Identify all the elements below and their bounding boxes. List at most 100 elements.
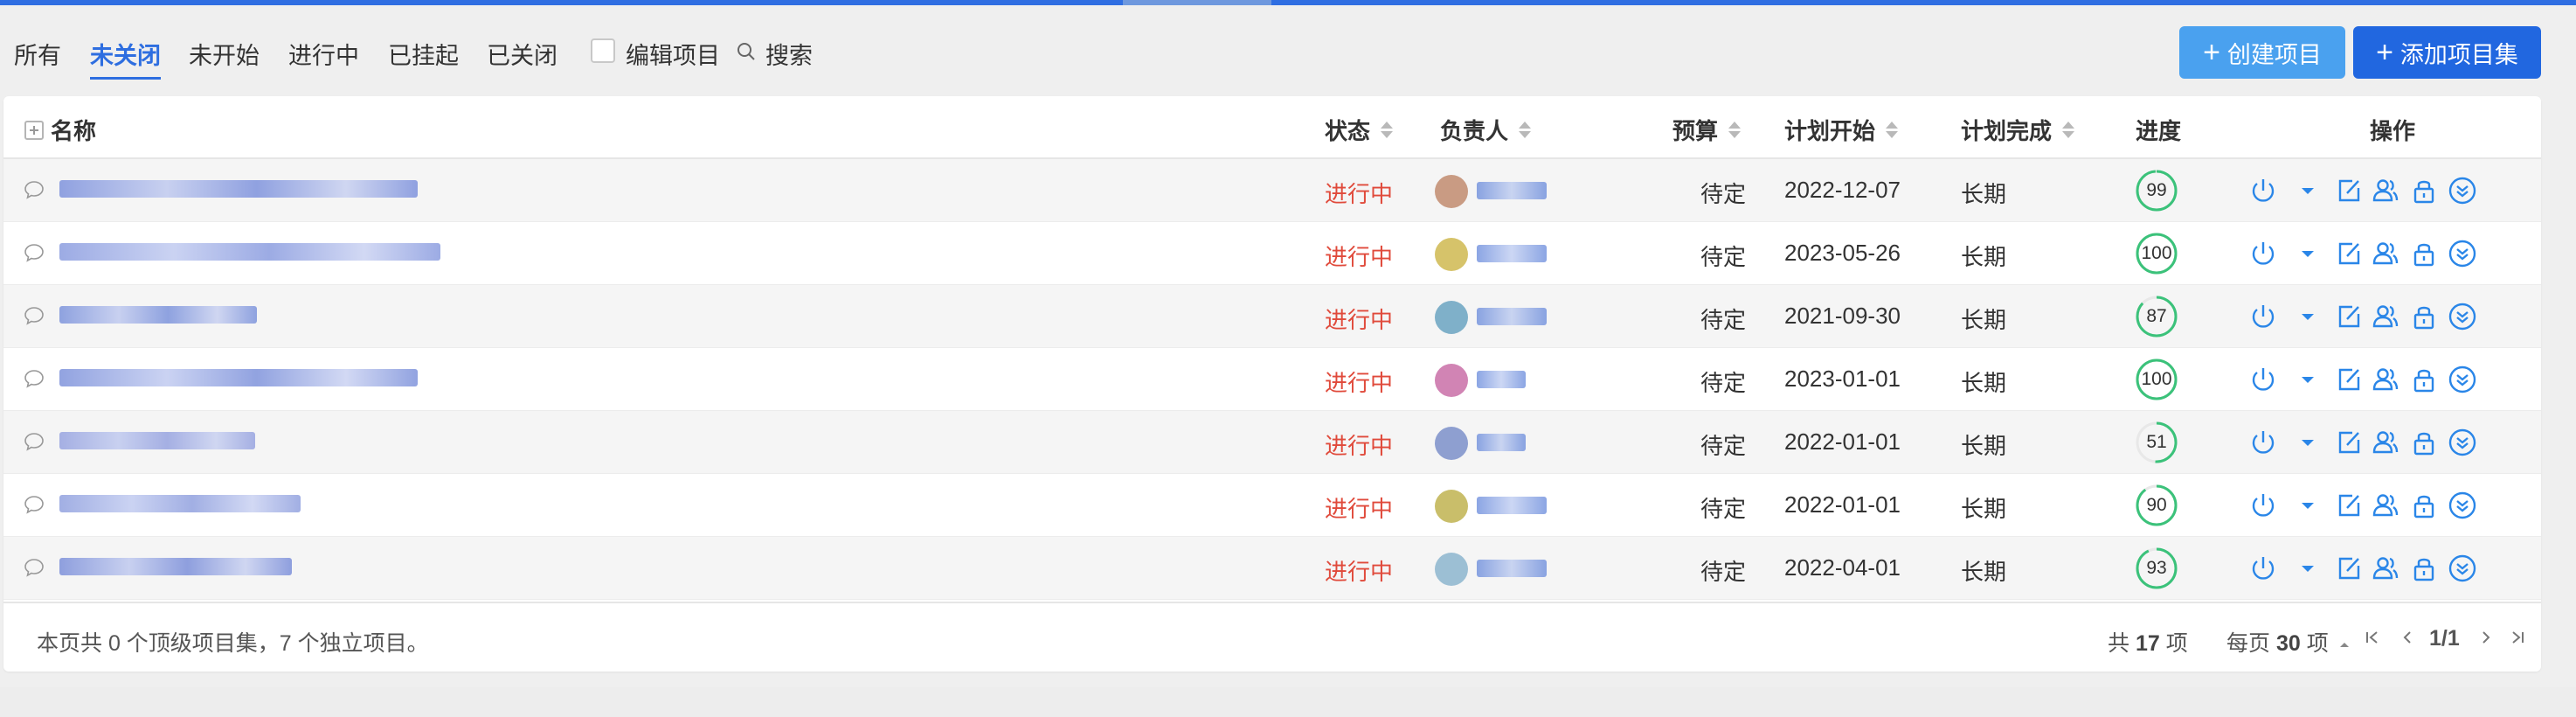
lock-icon[interactable]: [2406, 551, 2441, 586]
project-name-link[interactable]: [59, 306, 257, 324]
avatar: [1435, 175, 1468, 208]
members-icon[interactable]: [2368, 488, 2403, 523]
more-circle-icon[interactable]: [2445, 551, 2480, 586]
project-name-link[interactable]: [59, 243, 440, 261]
edit-icon[interactable]: [2331, 173, 2366, 208]
edit-icon[interactable]: [2331, 236, 2366, 271]
edit-icon[interactable]: [2331, 299, 2366, 334]
tab-in-progress[interactable]: 进行中: [288, 37, 359, 71]
members-icon[interactable]: [2368, 236, 2403, 271]
dropdown-caret-icon[interactable]: [2298, 299, 2317, 334]
chat-bubble-icon: [24, 181, 44, 199]
edit-icon[interactable]: [2331, 488, 2366, 523]
more-circle-icon[interactable]: [2445, 299, 2480, 334]
project-name-link[interactable]: [59, 432, 255, 449]
budget-value: 待定: [1700, 244, 1747, 270]
members-icon[interactable]: [2368, 551, 2403, 586]
more-circle-icon[interactable]: [2445, 362, 2480, 397]
dropdown-caret-icon[interactable]: [2298, 362, 2317, 397]
lock-icon[interactable]: [2406, 425, 2441, 460]
table-row[interactable]: 进行中 待定 2022-04-01 长期 93: [3, 537, 2541, 600]
lock-icon[interactable]: [2406, 488, 2441, 523]
next-page-icon[interactable]: [2473, 624, 2499, 651]
total-count: 共 17 项: [2108, 626, 2188, 658]
more-circle-icon[interactable]: [2445, 173, 2480, 208]
lock-icon[interactable]: [2406, 236, 2441, 271]
members-icon[interactable]: [2368, 362, 2403, 397]
column-name[interactable]: 名称: [24, 114, 96, 146]
project-name-link[interactable]: [59, 495, 301, 512]
budget-value: 待定: [1700, 307, 1747, 333]
add-project-set-button[interactable]: + 添加项目集: [2353, 26, 2541, 79]
more-circle-icon[interactable]: [2445, 425, 2480, 460]
create-project-button[interactable]: + 创建项目: [2179, 26, 2345, 79]
table-row[interactable]: 进行中 待定 2022-01-01 长期 90: [3, 474, 2541, 537]
edit-icon[interactable]: [2331, 551, 2366, 586]
tab-closed[interactable]: 已关闭: [487, 37, 557, 71]
total-number: 17: [2135, 631, 2160, 656]
dropdown-caret-icon[interactable]: [2298, 551, 2317, 586]
power-icon[interactable]: [2246, 362, 2281, 397]
members-icon[interactable]: [2368, 425, 2403, 460]
dropdown-caret-icon[interactable]: [2298, 425, 2317, 460]
column-owner[interactable]: 负责人: [1440, 114, 1532, 146]
expand-all-icon[interactable]: [24, 120, 44, 140]
column-budget[interactable]: 预算: [1672, 114, 1742, 146]
column-owner-label: 负责人: [1440, 118, 1509, 144]
tab-unclosed[interactable]: 未关闭: [90, 37, 161, 80]
prev-page-icon[interactable]: [2394, 624, 2420, 651]
table-row[interactable]: 进行中 待定 2022-01-01 长期 51: [3, 411, 2541, 474]
plan-start-date: 2023-01-01: [1784, 365, 1901, 392]
table-row[interactable]: 进行中 待定 2021-09-30 长期 87: [3, 285, 2541, 348]
power-icon[interactable]: [2246, 488, 2281, 523]
power-icon[interactable]: [2246, 551, 2281, 586]
column-status[interactable]: 状态: [1325, 114, 1394, 146]
status-badge: 进行中: [1325, 433, 1394, 459]
lock-icon[interactable]: [2406, 362, 2441, 397]
more-circle-icon[interactable]: [2445, 488, 2480, 523]
members-icon[interactable]: [2368, 299, 2403, 334]
power-icon[interactable]: [2246, 173, 2281, 208]
lock-icon[interactable]: [2406, 173, 2441, 208]
project-name-link[interactable]: [59, 558, 292, 575]
tab-all[interactable]: 所有: [14, 37, 61, 71]
members-icon[interactable]: [2368, 173, 2403, 208]
power-icon[interactable]: [2246, 425, 2281, 460]
budget-value: 待定: [1700, 496, 1747, 522]
plus-icon: +: [2376, 36, 2393, 69]
chat-bubble-icon: [24, 307, 44, 325]
table-row[interactable]: 进行中 待定 2022-12-07 长期 99: [3, 159, 2541, 222]
column-plan-end[interactable]: 计划完成: [1961, 114, 2075, 146]
project-name-link[interactable]: [59, 369, 418, 386]
table-row[interactable]: 进行中 待定 2023-01-01 长期 100: [3, 348, 2541, 411]
column-actions: 操作: [2370, 114, 2415, 146]
dropdown-caret-icon[interactable]: [2298, 488, 2317, 523]
lock-icon[interactable]: [2406, 299, 2441, 334]
project-name-link[interactable]: [59, 180, 418, 198]
project-table-panel: 名称 状态 负责人 预算 计划开始 计划完成 进度 操作 进行中 待定 2022…: [3, 96, 2541, 672]
more-circle-icon[interactable]: [2445, 236, 2480, 271]
column-plan-start[interactable]: 计划开始: [1784, 114, 1899, 146]
power-icon[interactable]: [2246, 299, 2281, 334]
tab-suspended[interactable]: 已挂起: [388, 37, 459, 71]
edit-project-label[interactable]: 编辑项目: [626, 37, 720, 71]
per-page-prefix: 每页: [2226, 631, 2271, 656]
table-row[interactable]: 进行中 待定 2023-05-26 长期 100: [3, 222, 2541, 285]
edit-icon[interactable]: [2331, 425, 2366, 460]
per-page-selector[interactable]: 每页 30 项: [2226, 626, 2351, 658]
first-page-icon[interactable]: [2359, 624, 2386, 651]
plan-start-date: 2022-04-01: [1784, 554, 1901, 581]
search-icon[interactable]: [737, 42, 756, 61]
last-page-icon[interactable]: [2504, 624, 2531, 651]
dropdown-caret-icon[interactable]: [2298, 173, 2317, 208]
dropdown-caret-icon[interactable]: [2298, 236, 2317, 271]
edit-project-checkbox[interactable]: [591, 38, 615, 63]
caret-up-icon: [2339, 643, 2349, 648]
chat-bubble-icon: [24, 370, 44, 388]
tab-not-started[interactable]: 未开始: [189, 37, 260, 71]
plan-end-value: 长期: [1961, 307, 2007, 333]
edit-icon[interactable]: [2331, 362, 2366, 397]
power-icon[interactable]: [2246, 236, 2281, 271]
search-button[interactable]: 搜索: [765, 37, 813, 71]
budget-value: 待定: [1700, 370, 1747, 396]
